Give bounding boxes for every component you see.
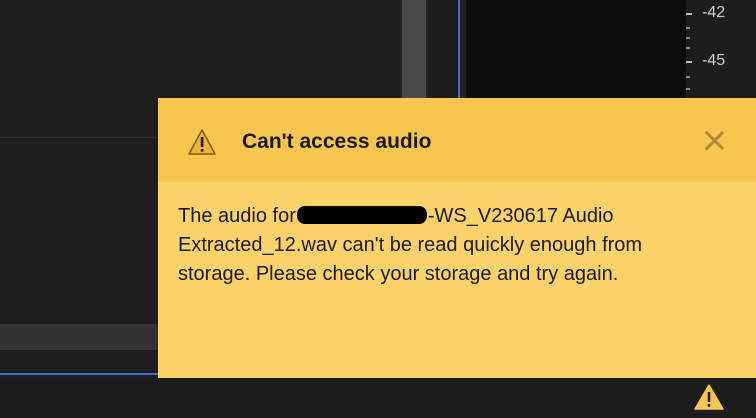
meter-tick bbox=[686, 61, 692, 63]
status-bar bbox=[0, 378, 756, 418]
notification-title: Can't access audio bbox=[242, 130, 432, 153]
notification-header: Can't access audio bbox=[158, 98, 756, 182]
meter-tick bbox=[686, 76, 690, 78]
meter-label: -42 bbox=[702, 4, 726, 21]
scrollbar-thumb[interactable] bbox=[402, 0, 426, 98]
warning-icon[interactable] bbox=[694, 384, 724, 410]
panel-border-bottom bbox=[0, 373, 158, 375]
notification-message: The audio for -WS_V230617 Audio Extracted… bbox=[178, 202, 738, 289]
meter-label: -45 bbox=[702, 52, 726, 69]
audio-meter-scale: -42 -45 bbox=[686, 0, 756, 98]
meter-tick bbox=[686, 27, 690, 29]
redacted-filename bbox=[296, 206, 427, 224]
meter-tick bbox=[686, 37, 690, 39]
meter-tick bbox=[686, 13, 692, 15]
close-icon[interactable] bbox=[702, 128, 726, 152]
warning-icon bbox=[188, 129, 216, 155]
track-strip bbox=[0, 324, 158, 350]
active-panel-border bbox=[458, 0, 460, 98]
notification-toast: Can't access audio The audio for -WS_V230… bbox=[158, 98, 756, 378]
message-prefix: The audio for bbox=[178, 205, 296, 227]
meter-tick bbox=[686, 47, 690, 49]
message-line-2: Extracted_12.wav can't be read quickly e… bbox=[178, 234, 643, 256]
audio-meter-area bbox=[466, 0, 686, 98]
message-line-1: The audio for -WS_V230617 Audio bbox=[178, 202, 738, 231]
meter-tick bbox=[686, 88, 690, 90]
message-filename-suffix: -WS_V230617 Audio bbox=[427, 205, 614, 227]
message-line-3: storage. Please check your storage and t… bbox=[178, 263, 619, 285]
